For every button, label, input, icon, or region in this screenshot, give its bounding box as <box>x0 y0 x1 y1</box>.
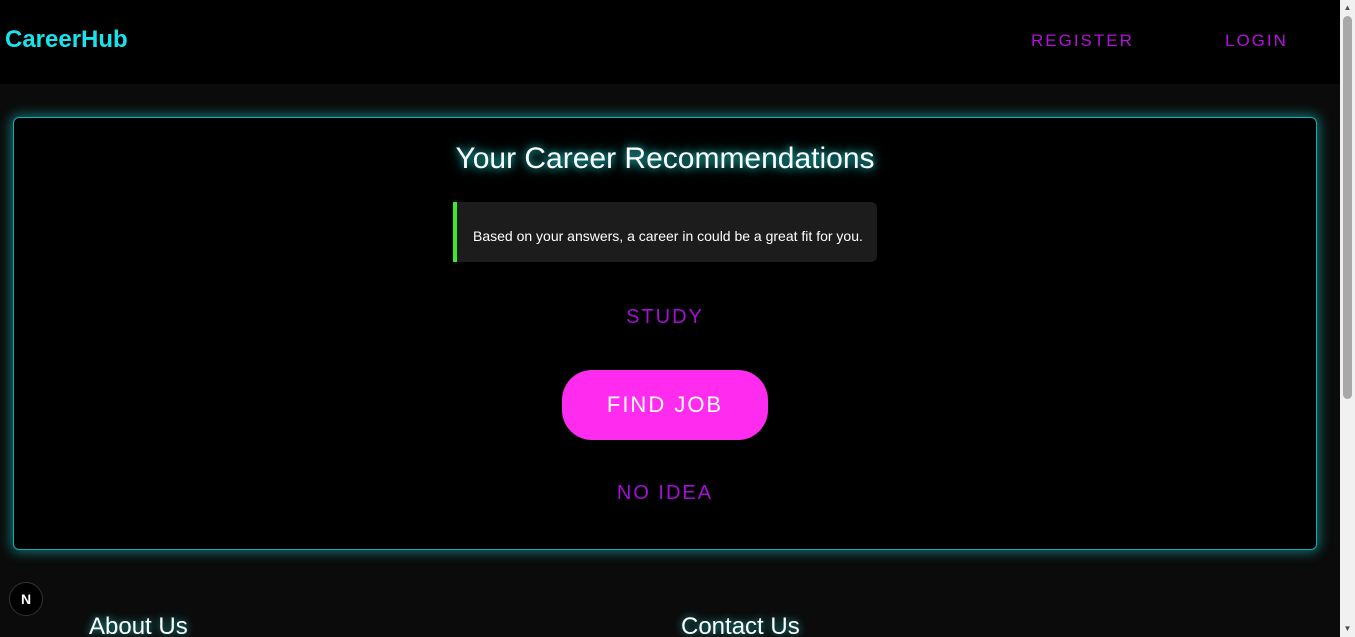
study-button[interactable]: STUDY <box>14 306 1316 329</box>
recommendations-card: Your Career Recommendations Based on you… <box>13 117 1317 550</box>
nav-login-link[interactable]: LOGIN <box>1225 31 1288 51</box>
page: CareerHub REGISTER LOGIN Your Career Rec… <box>0 0 1340 637</box>
nextjs-logo-icon[interactable]: N <box>9 582 43 616</box>
find-job-button[interactable]: FIND JOB <box>562 370 768 440</box>
nav-register-link[interactable]: REGISTER <box>1031 31 1134 51</box>
scroll-down-arrow-icon[interactable]: ▼ <box>1340 621 1355 637</box>
no-idea-button[interactable]: NO IDEA <box>14 482 1316 505</box>
badge-letter: N <box>20 591 32 607</box>
scroll-up-arrow-icon[interactable]: ▲ <box>1340 0 1355 16</box>
page-title: Your Career Recommendations <box>455 142 875 175</box>
footer-about-heading: About Us <box>89 613 188 637</box>
recommendation-message: Based on your answers, a career in could… <box>473 228 863 244</box>
scroll-thumb[interactable] <box>1343 16 1352 399</box>
footer-contact-heading: Contact Us <box>681 613 800 637</box>
recommendation-message-box: Based on your answers, a career in could… <box>453 202 877 262</box>
brand-logo[interactable]: CareerHub <box>5 26 128 54</box>
vertical-scrollbar[interactable]: ▲ ▼ <box>1340 0 1355 637</box>
navbar: CareerHub REGISTER LOGIN <box>0 0 1340 84</box>
